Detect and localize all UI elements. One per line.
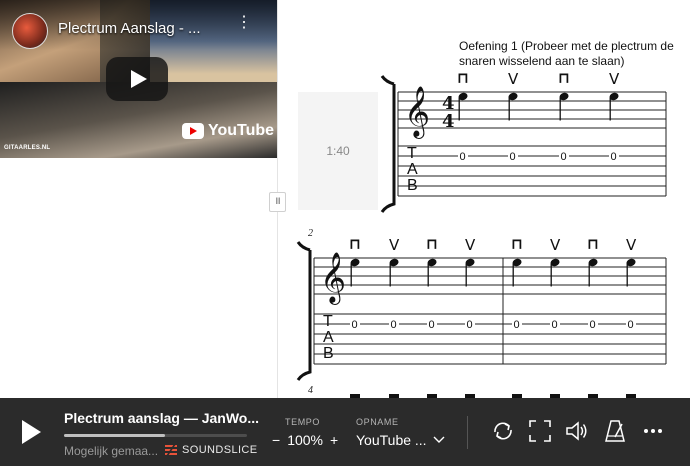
player-bar: Plectrum aanslag — JanWo... Mogelijk gem…: [0, 398, 690, 466]
tab-number: 0: [510, 151, 516, 163]
tab-number: 0: [391, 319, 397, 331]
downstroke-mark: ⊓: [511, 235, 523, 253]
tab-letter: A: [407, 161, 418, 178]
tab-number: 0: [628, 319, 634, 331]
time-signature-bottom: 4: [442, 111, 455, 132]
system-bracket: [296, 241, 312, 381]
tab-number: 0: [561, 151, 567, 163]
tab-letter: T: [407, 145, 417, 162]
loop-icon[interactable]: [490, 418, 516, 444]
soundslice-label: SOUNDSLICE: [182, 444, 258, 456]
tab-number: 0: [429, 319, 435, 331]
tempo-decrease-button[interactable]: −: [272, 432, 280, 448]
upstroke-mark: V: [389, 236, 400, 254]
tempo-increase-button[interactable]: +: [330, 432, 338, 448]
treble-clef: 𝄞: [404, 86, 430, 139]
bar-separator: [467, 416, 468, 449]
downstroke-mark: ⊓: [426, 235, 438, 253]
progress-bar[interactable]: [64, 434, 247, 437]
tab-number: 0: [611, 151, 617, 163]
sheet-music[interactable]: 𝄞 44TAB⊓0V0⊓0V0𝄞TAB⊓0V0⊓0V0⊓0V0⊓0V0: [0, 0, 690, 398]
recording-select[interactable]: YouTube ...: [356, 432, 445, 448]
track-title: Plectrum aanslag — JanWo...: [64, 410, 260, 426]
metronome-icon[interactable]: [602, 418, 628, 444]
downstroke-mark: ⊓: [349, 235, 361, 253]
downstroke-mark: ⊓: [457, 69, 469, 87]
tab-letter: B: [323, 345, 334, 362]
tempo-control: − 100% +: [272, 432, 338, 448]
upstroke-mark: V: [550, 236, 561, 254]
more-icon[interactable]: [640, 418, 666, 444]
soundslice-logo-icon: [165, 444, 177, 456]
upstroke-mark: V: [465, 236, 476, 254]
play-button[interactable]: [22, 420, 41, 444]
upstroke-mark: V: [609, 70, 620, 88]
tempo-value[interactable]: 100%: [287, 432, 323, 448]
fullscreen-icon[interactable]: [527, 418, 553, 444]
upstroke-mark: V: [626, 236, 637, 254]
tab-letter: B: [407, 177, 418, 194]
system-bracket: [380, 75, 396, 213]
track-subtitle: Mogelijk gemaa...: [64, 444, 159, 458]
recording-value: YouTube ...: [356, 432, 427, 448]
volume-icon[interactable]: [564, 418, 590, 444]
recording-label: OPNAME: [356, 417, 399, 427]
tab-number: 0: [552, 319, 558, 331]
downstroke-mark: ⊓: [587, 235, 599, 253]
tab-number: 0: [460, 151, 466, 163]
tab-number: 0: [352, 319, 358, 331]
tab-number: 0: [590, 319, 596, 331]
tempo-label: TEMPO: [285, 417, 321, 427]
chevron-down-icon: [433, 436, 445, 443]
tab-letter: A: [323, 329, 334, 346]
tab-number: 0: [514, 319, 520, 331]
progress-fill: [64, 434, 165, 437]
upstroke-mark: V: [508, 70, 519, 88]
tab-letter: T: [323, 313, 333, 330]
downstroke-mark: ⊓: [558, 69, 570, 87]
tab-number: 0: [467, 319, 473, 331]
soundslice-brand[interactable]: SOUNDSLICE: [164, 444, 258, 456]
treble-clef: 𝄞: [320, 252, 346, 305]
